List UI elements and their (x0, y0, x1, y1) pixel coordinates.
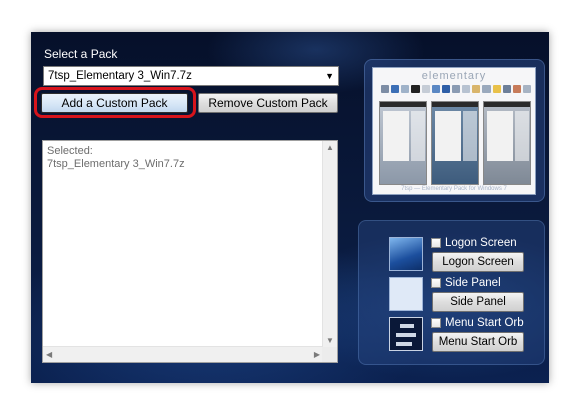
menu-start-orb-checkbox[interactable] (431, 318, 441, 328)
select-pack-label: Select a Pack (44, 47, 118, 61)
menu-start-orb-button[interactable]: Menu Start Orb (432, 332, 524, 352)
side-panel-checkbox-label: Side Panel (445, 277, 501, 289)
logon-screen-checkbox[interactable] (431, 238, 441, 248)
side-panel-button[interactable]: Side Panel (432, 292, 524, 312)
menu-start-orb-thumbnail (389, 317, 423, 351)
preview-caption: 7tsp — Elementary Pack for Windows 7 (401, 186, 507, 192)
selected-pack-textbox[interactable]: Selected: 7tsp_Elementary 3_Win7.7z ▲ ▼ … (42, 140, 338, 363)
selected-label: Selected: (47, 145, 93, 157)
app-window: Select a Pack 7tsp_Elementary 3_Win7.7z … (31, 32, 549, 383)
scroll-up-icon[interactable]: ▲ (326, 143, 334, 152)
scrollbar-corner (322, 347, 337, 362)
preview-screenshot-3 (483, 101, 531, 185)
vertical-scrollbar[interactable]: ▲ ▼ (322, 141, 337, 347)
side-panel-thumbnail (389, 277, 423, 311)
logon-screen-checkbox-label: Logon Screen (445, 237, 517, 249)
pack-dropdown[interactable]: 7tsp_Elementary 3_Win7.7z ▼ (43, 66, 339, 86)
scroll-left-icon[interactable]: ◀ (46, 350, 52, 359)
scroll-right-icon[interactable]: ▶ (314, 350, 320, 359)
logon-screen-button[interactable]: Logon Screen (432, 252, 524, 272)
preview-screenshot-1 (379, 101, 427, 185)
preview-icon-strip (381, 85, 532, 95)
scroll-down-icon[interactable]: ▼ (326, 336, 334, 345)
pack-dropdown-value: 7tsp_Elementary 3_Win7.7z (48, 70, 192, 82)
remove-custom-pack-button[interactable]: Remove Custom Pack (198, 93, 338, 113)
dropdown-arrow-icon[interactable]: ▼ (325, 71, 334, 81)
selected-pack-text: Selected: 7tsp_Elementary 3_Win7.7z (47, 145, 185, 171)
horizontal-scrollbar[interactable]: ◀ ▶ (43, 346, 323, 362)
menu-start-orb-checkbox-label: Menu Start Orb (445, 317, 524, 329)
side-panel-checkbox[interactable] (431, 278, 441, 288)
pack-preview-image: elementary 7tsp — Elementary Pack for Wi… (372, 67, 536, 195)
selected-pack-name: 7tsp_Elementary 3_Win7.7z (47, 158, 185, 170)
add-custom-pack-button[interactable]: Add a Custom Pack (41, 93, 188, 113)
preview-screenshot-2 (431, 101, 479, 185)
logon-screen-thumbnail (389, 237, 423, 271)
preview-title: elementary (421, 70, 487, 82)
